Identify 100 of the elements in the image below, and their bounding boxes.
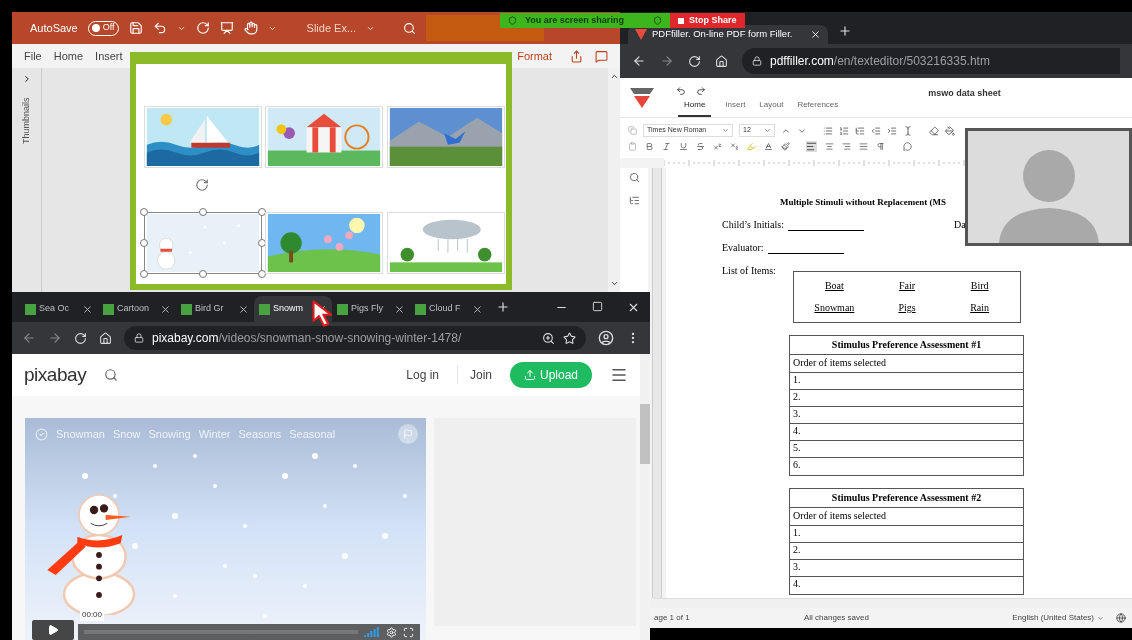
bookmark-icon[interactable] [563,331,576,345]
close-icon[interactable] [394,303,405,315]
snowman-slide-thumbnail[interactable] [144,212,262,274]
resize-handle[interactable] [199,208,207,216]
redo-icon[interactable] [696,86,706,96]
browser-tab[interactable]: Bird Gr [176,296,254,322]
fairground-slide-thumbnail[interactable] [265,106,384,168]
rotate-handle-icon[interactable] [195,178,209,192]
search-icon[interactable] [104,368,119,382]
home-icon[interactable] [99,331,112,345]
line-spacing-icon[interactable] [903,125,913,136]
search-icon[interactable] [628,172,640,183]
editor-tab[interactable]: References [797,99,839,117]
pixabay-logo[interactable]: pixabay [24,360,87,390]
new-tab-icon[interactable] [496,300,510,314]
ribbon-tab[interactable]: Home [53,47,84,65]
maximize-icon[interactable] [592,300,603,312]
align-left-icon[interactable] [806,141,817,152]
forward-icon[interactable] [660,54,674,68]
comment-icon[interactable] [903,142,912,151]
bullet-list-icon[interactable] [823,125,833,136]
pigs-meadow-slide-thumbnail[interactable] [265,212,384,274]
zoom-icon[interactable] [542,331,555,345]
superscript-icon[interactable] [713,142,722,151]
stop-share-button[interactable]: Stop Share [670,13,745,28]
profile-icon[interactable] [598,330,614,346]
file-name[interactable]: Slide Ex... [306,19,357,37]
resize-handle[interactable] [258,208,266,216]
resize-handle[interactable] [258,239,266,247]
address-bar[interactable]: pdffiller.com/en/texteditor/503216335.htm [742,48,1120,74]
forward-icon[interactable] [48,331,62,345]
brush-icon[interactable] [781,142,790,151]
bold-icon[interactable] [645,142,654,151]
navigation-icon[interactable] [628,195,640,206]
address-bar[interactable]: pixabay.com/videos/snowman-snow-snowing-winter-1478/ [124,326,586,350]
multilevel-list-icon[interactable] [855,125,865,136]
align-right-icon[interactable] [842,142,851,151]
resize-handle[interactable] [140,270,148,278]
numbered-list-icon[interactable] [839,125,849,136]
close-icon[interactable] [810,29,821,40]
back-icon[interactable] [632,54,646,68]
resize-handle[interactable] [140,239,148,247]
reload-icon[interactable] [74,331,87,345]
editor-tab[interactable]: Insert [725,99,746,117]
undo-icon[interactable] [676,86,686,96]
play-button[interactable] [32,620,74,640]
subscript-icon[interactable] [730,142,739,151]
redo-icon[interactable] [195,21,210,35]
login-link[interactable]: Log in [406,366,439,384]
ribbon-tab[interactable]: Insert [95,47,123,65]
outdent-icon[interactable] [871,125,881,136]
paragraph-icon[interactable] [876,142,885,151]
ribbon-tab[interactable]: Format [517,47,552,65]
menu-icon[interactable] [610,366,628,384]
settings-icon[interactable] [386,626,397,638]
undo-icon[interactable] [152,21,167,35]
new-tab-icon[interactable] [838,24,852,38]
ribbon-tab[interactable]: File [24,47,42,65]
reload-icon[interactable] [688,54,701,68]
thumbnails-label[interactable]: Thumbnails [19,97,34,144]
editor-tab[interactable]: Layout [759,99,784,117]
comment-icon[interactable] [595,49,608,63]
touch-mode-icon[interactable] [243,21,258,35]
sailboat-slide-thumbnail[interactable] [144,106,262,168]
globe-icon[interactable] [1116,613,1126,623]
join-link[interactable]: Join [457,366,492,384]
font-color-icon[interactable] [764,142,773,151]
close-icon[interactable] [160,303,171,315]
eraser-icon[interactable] [929,125,939,136]
resize-handle[interactable] [199,270,207,278]
search-icon[interactable] [403,21,417,35]
align-center-icon[interactable] [825,142,834,151]
rain-cloud-slide-thumbnail[interactable] [386,212,505,274]
italic-icon[interactable] [662,142,671,151]
presentation-icon[interactable] [219,21,234,35]
close-icon[interactable] [238,303,249,315]
resize-handle[interactable] [258,270,266,278]
save-icon[interactable] [128,21,143,35]
browser-tab[interactable]: Sea Oc [20,296,98,322]
fullscreen-icon[interactable] [403,626,414,638]
scrollbar[interactable] [640,354,650,640]
scrollbar[interactable] [608,68,620,292]
close-icon[interactable] [472,303,483,315]
video-player[interactable]: Snowman Snow Snowing Winter Seasons Seasonal 00:00 [25,418,426,640]
browser-tab[interactable]: Cloud F [410,296,488,322]
browser-tab[interactable]: Pigs Fly [332,296,410,322]
shading-icon[interactable] [945,125,955,136]
volume-icon[interactable] [364,627,380,637]
home-icon[interactable] [715,54,728,68]
underline-icon[interactable] [679,142,688,151]
resize-handle[interactable] [140,208,148,216]
browser-tab[interactable]: Cartoon [98,296,176,322]
justify-icon[interactable] [859,142,868,151]
indent-icon[interactable] [887,125,897,136]
share-icon[interactable] [570,49,583,63]
editor-logo-icon[interactable] [630,87,654,108]
bird-landscape-slide-thumbnail[interactable] [386,106,505,168]
strikethrough-icon[interactable] [696,142,705,151]
close-icon[interactable] [82,303,93,315]
language-select[interactable]: English (United States) [1012,612,1104,624]
